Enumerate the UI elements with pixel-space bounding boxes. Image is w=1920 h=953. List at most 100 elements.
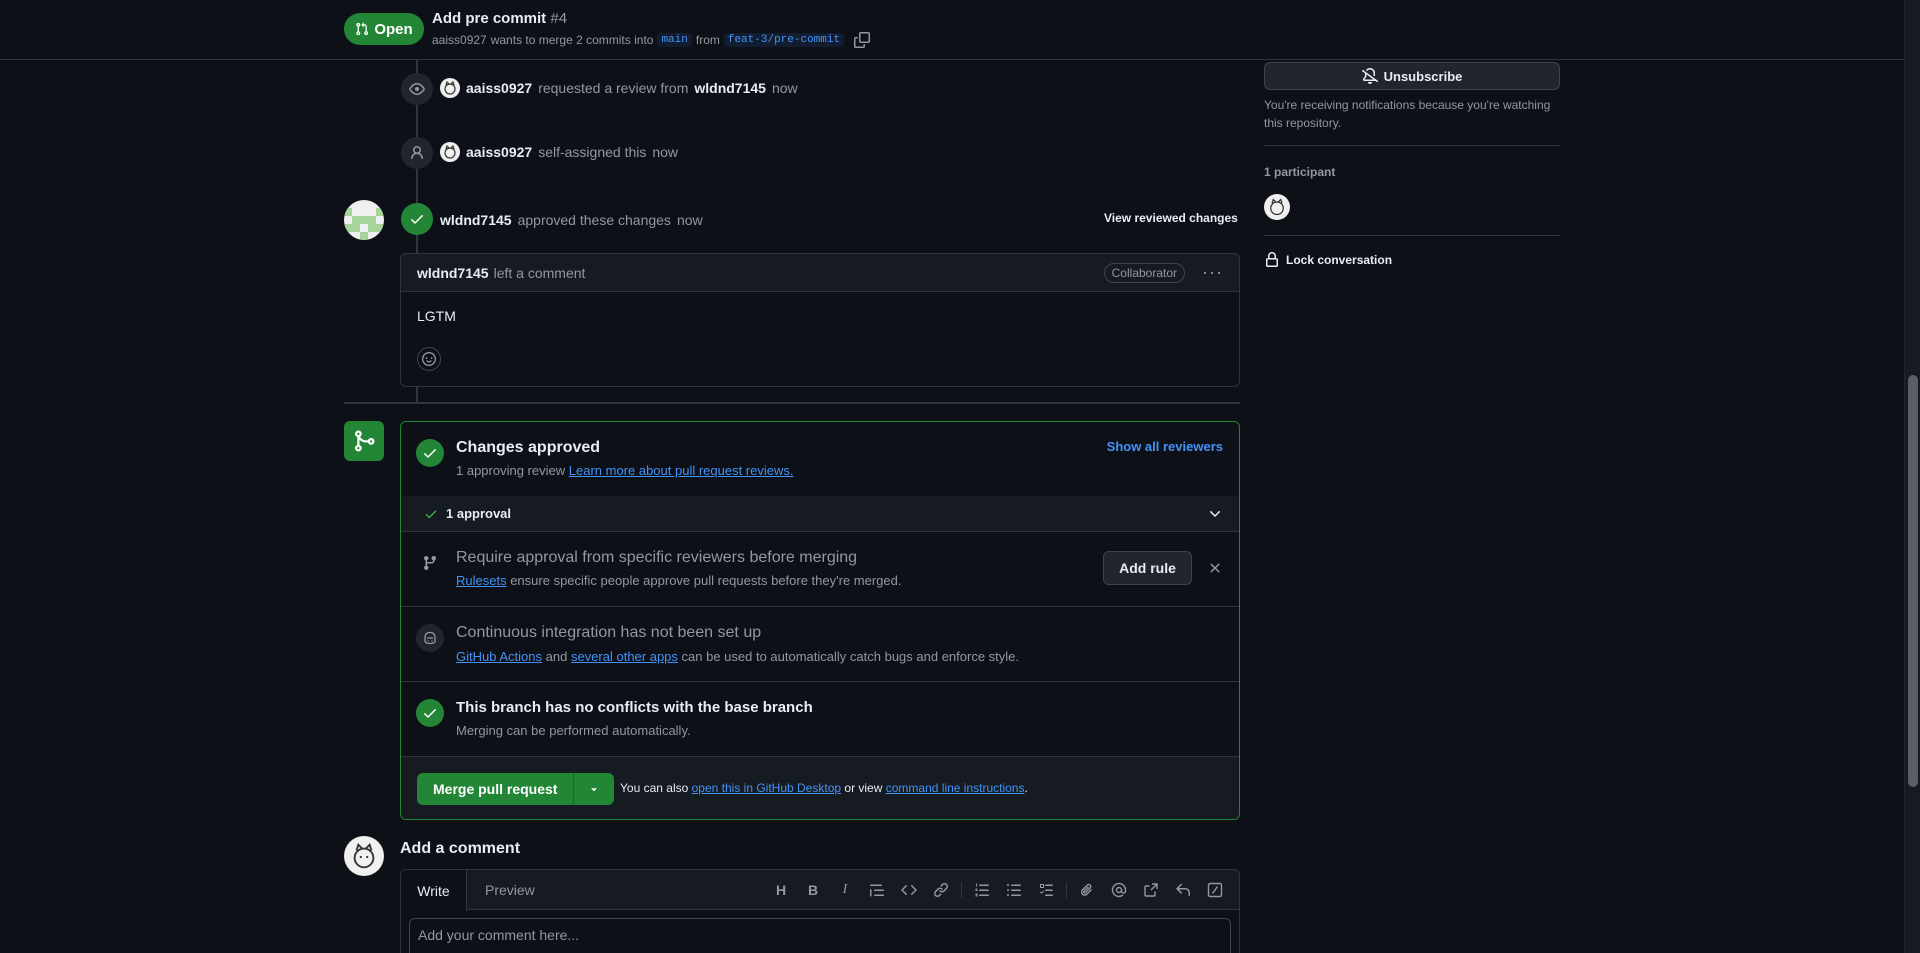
cross-reference-icon[interactable] <box>1135 878 1167 902</box>
close-icon[interactable] <box>1207 560 1223 576</box>
git-merge-icon <box>355 430 375 452</box>
rulesets-link[interactable]: Rulesets <box>456 573 507 588</box>
ci-section: Continuous integration has not been set … <box>401 607 1239 682</box>
timeline-event-approved: wldnd7145 approved these changes now <box>440 212 703 228</box>
check-icon <box>411 215 423 224</box>
tab-preview[interactable]: Preview <box>485 882 535 898</box>
cat-avatar-icon <box>444 80 456 95</box>
event-target[interactable]: wldnd7145 <box>694 80 766 96</box>
no-conflicts-title: This branch has no conflicts with the ba… <box>456 699 813 716</box>
comment-author[interactable]: wldnd7145 <box>417 265 489 281</box>
participants-label: 1 participant <box>1264 165 1336 179</box>
show-all-reviewers-link[interactable]: Show all reviewers <box>1107 439 1223 454</box>
triangle-down-icon <box>591 788 598 792</box>
chevron-down-icon[interactable] <box>1207 506 1223 522</box>
sidebar-divider <box>1264 235 1560 236</box>
smiley-icon <box>422 352 436 366</box>
event-time[interactable]: now <box>772 80 798 96</box>
quote-icon[interactable] <box>861 878 893 902</box>
branch-rule-icon <box>416 549 444 577</box>
base-branch-ref[interactable]: main <box>657 33 692 47</box>
timeline-event-review-request: aaiss0927 requested a review from wldnd7… <box>440 78 798 98</box>
add-comment-title: Add a comment <box>400 840 521 857</box>
merge-pull-request-button[interactable]: Merge pull request <box>417 773 575 805</box>
tab-write[interactable]: Write <box>401 870 467 911</box>
pr-author[interactable]: aaiss0927 <box>432 33 487 47</box>
event-actor[interactable]: wldnd7145 <box>440 212 512 228</box>
lock-conversation-link[interactable]: Lock conversation <box>1264 252 1392 268</box>
cat-avatar-icon <box>1270 198 1284 216</box>
timeline-event-self-assign: aaiss0927 self-assigned this now <box>440 142 678 162</box>
merge-status-icon <box>344 421 384 461</box>
approving-review-desc: 1 approving review Learn more about pull… <box>456 463 793 478</box>
task-list-icon[interactable] <box>1030 878 1062 902</box>
unordered-list-icon[interactable] <box>998 878 1030 902</box>
mention-icon[interactable] <box>1103 878 1135 902</box>
git-branch-icon <box>423 556 436 571</box>
pr-title: Add pre commit #4 <box>432 10 567 27</box>
check-icon <box>425 510 437 519</box>
copy-icon[interactable] <box>854 32 871 48</box>
event-time[interactable]: now <box>677 212 703 228</box>
event-actor[interactable]: aaiss0927 <box>466 144 532 160</box>
event-action: approved these changes <box>517 212 671 228</box>
reviewer-avatar[interactable] <box>344 200 384 240</box>
code-icon[interactable] <box>893 878 925 902</box>
bold-icon[interactable]: B <box>797 878 829 902</box>
cat-avatar-icon <box>353 843 375 869</box>
learn-more-link[interactable]: Learn more about pull request reviews. <box>569 463 794 478</box>
event-time[interactable]: now <box>652 144 678 160</box>
avatar[interactable] <box>440 142 460 162</box>
kebab-menu-icon[interactable]: ··· <box>1202 262 1223 283</box>
sticky-pr-header: Open Add pre commit #4 aaiss0927 wants t… <box>0 0 1904 60</box>
add-rule-button[interactable]: Add rule <box>1103 551 1192 585</box>
toolbar-separator <box>1066 882 1067 898</box>
ordered-list-icon[interactable] <box>966 878 998 902</box>
pr-title-text: Add pre commit <box>432 10 547 27</box>
period-text: . <box>1024 781 1028 795</box>
ci-desc-text: can be used to automatically catch bugs … <box>681 649 1020 664</box>
ci-desc: GitHub Actions and several other apps ca… <box>456 649 1019 664</box>
approvals-count: 1 approval <box>446 506 512 521</box>
scrollbar-thumb[interactable] <box>1908 375 1918 787</box>
head-branch-ref[interactable]: feat-3/pre-commit <box>723 33 845 47</box>
changes-approved-section: Changes approved 1 approving review Lear… <box>401 422 1239 496</box>
avatar[interactable] <box>440 78 460 98</box>
heading-icon[interactable]: H <box>765 878 797 902</box>
current-user-avatar[interactable] <box>344 836 384 876</box>
link-icon[interactable] <box>925 878 957 902</box>
identicon-avatar <box>344 200 384 240</box>
paperclip-icon[interactable] <box>1071 878 1103 902</box>
other-apps-link[interactable]: several other apps <box>571 649 678 664</box>
copilot-icon <box>424 631 436 645</box>
no-conflicts-desc: Merging can be performed automatically. <box>456 723 691 738</box>
merge-options-dropdown[interactable] <box>574 773 615 805</box>
comment-textarea[interactable]: Add your comment here... <box>409 918 1231 953</box>
comment-action: left a comment <box>493 264 586 281</box>
pr-from-text: from <box>695 33 720 47</box>
italic-icon[interactable]: I <box>829 878 861 902</box>
participant-avatar[interactable] <box>1264 194 1290 220</box>
merge-alternatives: You can also open this in GitHub Desktop… <box>620 781 1028 795</box>
pr-state-badge: Open <box>344 13 424 45</box>
cli-instructions-link[interactable]: command line instructions <box>886 781 1025 795</box>
merge-box: Changes approved 1 approving review Lear… <box>400 421 1240 820</box>
timeline-line <box>416 234 418 254</box>
github-desktop-link[interactable]: open this in GitHub Desktop <box>692 781 841 795</box>
unsubscribe-button[interactable]: Unsubscribe <box>1264 62 1560 90</box>
add-reaction-button[interactable] <box>417 347 441 371</box>
view-reviewed-changes-link[interactable]: View reviewed changes <box>1104 211 1238 225</box>
event-action: self-assigned this <box>538 144 647 160</box>
event-actor[interactable]: aaiss0927 <box>466 80 532 96</box>
timeline-divider <box>344 402 1240 404</box>
github-actions-link[interactable]: GitHub Actions <box>456 649 542 664</box>
timeline-line <box>416 386 418 402</box>
page-scrollbar[interactable] <box>1904 0 1920 953</box>
require-approval-desc: Rulesets ensure specific people approve … <box>456 573 901 588</box>
slash-command-icon[interactable] <box>1199 878 1231 902</box>
approvals-row[interactable]: 1 approval <box>401 496 1239 532</box>
bell-slash-icon <box>1361 68 1378 84</box>
merge-action-section: Merge pull request You can also open thi… <box>401 757 1239 819</box>
reply-icon[interactable] <box>1167 878 1199 902</box>
person-icon <box>411 146 423 160</box>
